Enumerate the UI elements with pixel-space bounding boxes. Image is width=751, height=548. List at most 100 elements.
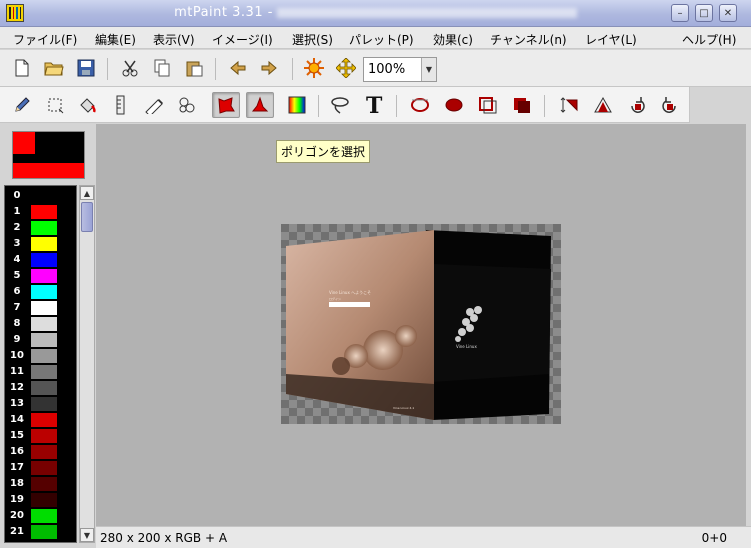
polygon-select-icon[interactable] — [212, 92, 240, 118]
palette-color-swatch[interactable] — [31, 349, 57, 363]
menu-layers[interactable]: レイヤ(L) — [585, 31, 637, 48]
polygon-select-active-icon[interactable] — [246, 92, 274, 118]
palette-color-swatch[interactable] — [31, 237, 57, 251]
text-icon[interactable]: T — [360, 92, 388, 118]
palette-row[interactable]: 20 — [5, 508, 76, 524]
palette-row[interactable]: 21 — [5, 524, 76, 540]
palette-color-swatch[interactable] — [31, 253, 57, 267]
new-file-icon[interactable] — [8, 55, 36, 81]
palette-row[interactable]: 0 — [5, 188, 76, 204]
palette-color-swatch[interactable] — [31, 189, 57, 203]
fill-select-icon[interactable] — [508, 92, 536, 118]
zoom-combo[interactable]: 100% ▼ — [363, 57, 437, 82]
gradient-icon[interactable] — [283, 92, 311, 118]
menu-image[interactable]: イメージ(I) — [212, 31, 273, 48]
palette-row[interactable]: 14 — [5, 412, 76, 428]
palette-row[interactable]: 13 — [5, 396, 76, 412]
chevron-up-icon[interactable]: ▲ — [80, 186, 94, 200]
palette-panel[interactable]: 0 1 2 3 4 5 6 7 8 9 10 11 12 13 14 15 16 17 18 19 20 21 — [4, 185, 77, 543]
pencil-icon[interactable] — [8, 92, 36, 118]
palette-color-swatch[interactable] — [31, 317, 57, 331]
outline-select-icon[interactable] — [474, 92, 502, 118]
palette-row[interactable]: 16 — [5, 444, 76, 460]
palette-row[interactable]: 18 — [5, 476, 76, 492]
menu-effects[interactable]: 効果(c) — [433, 31, 473, 48]
chevron-down-icon[interactable]: ▼ — [421, 58, 436, 81]
palette-color-swatch[interactable] — [31, 477, 57, 491]
palette-scrollbar[interactable]: ▲ ▼ — [79, 185, 95, 543]
palette-color-swatch[interactable] — [31, 429, 57, 443]
color-swatches[interactable] — [12, 131, 85, 179]
palette-row[interactable]: 12 — [5, 380, 76, 396]
palette-row[interactable]: 4 — [5, 252, 76, 268]
clone-icon[interactable] — [173, 92, 201, 118]
menu-view[interactable]: 表示(V) — [153, 31, 195, 48]
palette-index: 16 — [10, 446, 24, 457]
palette-color-swatch[interactable] — [31, 285, 57, 299]
palette-color-swatch[interactable] — [31, 445, 57, 459]
rotate-ccw-icon[interactable] — [623, 92, 651, 118]
palette-color-swatch[interactable] — [31, 461, 57, 475]
maximize-button[interactable]: □ — [695, 4, 713, 22]
palette-color-swatch[interactable] — [31, 365, 57, 379]
palette-color-swatch[interactable] — [31, 221, 57, 235]
smudge-icon[interactable] — [140, 92, 168, 118]
flip-vertical-icon[interactable] — [555, 92, 583, 118]
scrollbar-thumb[interactable] — [81, 202, 93, 232]
pan-arrows-icon[interactable] — [332, 55, 360, 81]
menu-palette[interactable]: パレット(P) — [349, 31, 414, 48]
palette-row[interactable]: 19 — [5, 492, 76, 508]
palette-color-swatch[interactable] — [31, 205, 57, 219]
chevron-down-icon[interactable]: ▼ — [80, 528, 94, 542]
palette-row[interactable]: 9 — [5, 332, 76, 348]
palette-row[interactable]: 15 — [5, 428, 76, 444]
menu-select[interactable]: 選択(S) — [292, 31, 333, 48]
filled-ellipse-icon[interactable] — [440, 92, 468, 118]
palette-color-swatch[interactable] — [31, 397, 57, 411]
ruler-icon[interactable] — [107, 92, 135, 118]
palette-color-swatch[interactable] — [31, 301, 57, 315]
palette-color-swatch[interactable] — [31, 413, 57, 427]
lasso-icon[interactable] — [326, 92, 354, 118]
palette-row[interactable]: 1 — [5, 204, 76, 220]
palette-row[interactable]: 10 — [5, 348, 76, 364]
palette-color-swatch[interactable] — [31, 381, 57, 395]
minimize-button[interactable]: – — [671, 4, 689, 22]
palette-index: 11 — [10, 366, 24, 377]
menu-channels[interactable]: チャンネル(n) — [490, 31, 567, 48]
palette-color-swatch[interactable] — [31, 509, 57, 523]
palette-color-swatch[interactable] — [31, 493, 57, 507]
undo-arrow-icon[interactable] — [224, 55, 252, 81]
palette-row[interactable]: 2 — [5, 220, 76, 236]
paste-icon[interactable] — [180, 55, 208, 81]
rotate-cw-icon[interactable] — [656, 92, 684, 118]
palette-row[interactable]: 6 — [5, 284, 76, 300]
palette-row[interactable]: 5 — [5, 268, 76, 284]
sun-icon[interactable] — [300, 55, 328, 81]
close-button[interactable]: ✕ — [719, 4, 737, 22]
palette-row[interactable]: 3 — [5, 236, 76, 252]
cut-icon[interactable] — [116, 55, 144, 81]
zoom-value[interactable]: 100% — [368, 62, 405, 77]
copy-icon[interactable] — [148, 55, 176, 81]
palette-row[interactable]: 17 — [5, 460, 76, 476]
palette-color-swatch[interactable] — [31, 269, 57, 283]
menu-help[interactable]: ヘルプ(H) — [682, 31, 736, 48]
fill-bucket-icon[interactable] — [74, 92, 102, 118]
select-rectangle-icon[interactable] — [41, 92, 69, 118]
ellipse-icon[interactable] — [406, 92, 434, 118]
open-folder-icon[interactable] — [40, 55, 68, 81]
palette-row[interactable]: 7 — [5, 300, 76, 316]
foreground-color-swatch[interactable] — [13, 132, 35, 154]
palette-row[interactable]: 8 — [5, 316, 76, 332]
palette-row[interactable]: 11 — [5, 364, 76, 380]
image-canvas[interactable]: Vine Linux へようこそ ログイン Vine Linux Vine Li… — [281, 224, 561, 424]
save-icon[interactable] — [72, 55, 100, 81]
redo-arrow-icon[interactable] — [255, 55, 283, 81]
palette-color-swatch[interactable] — [31, 333, 57, 347]
menu-edit[interactable]: 編集(E) — [95, 31, 136, 48]
palette-color-swatch[interactable] — [31, 525, 57, 539]
flip-horizontal-icon[interactable] — [589, 92, 617, 118]
background-color-swatch[interactable] — [13, 163, 84, 178]
menu-file[interactable]: ファイル(F) — [13, 31, 77, 48]
